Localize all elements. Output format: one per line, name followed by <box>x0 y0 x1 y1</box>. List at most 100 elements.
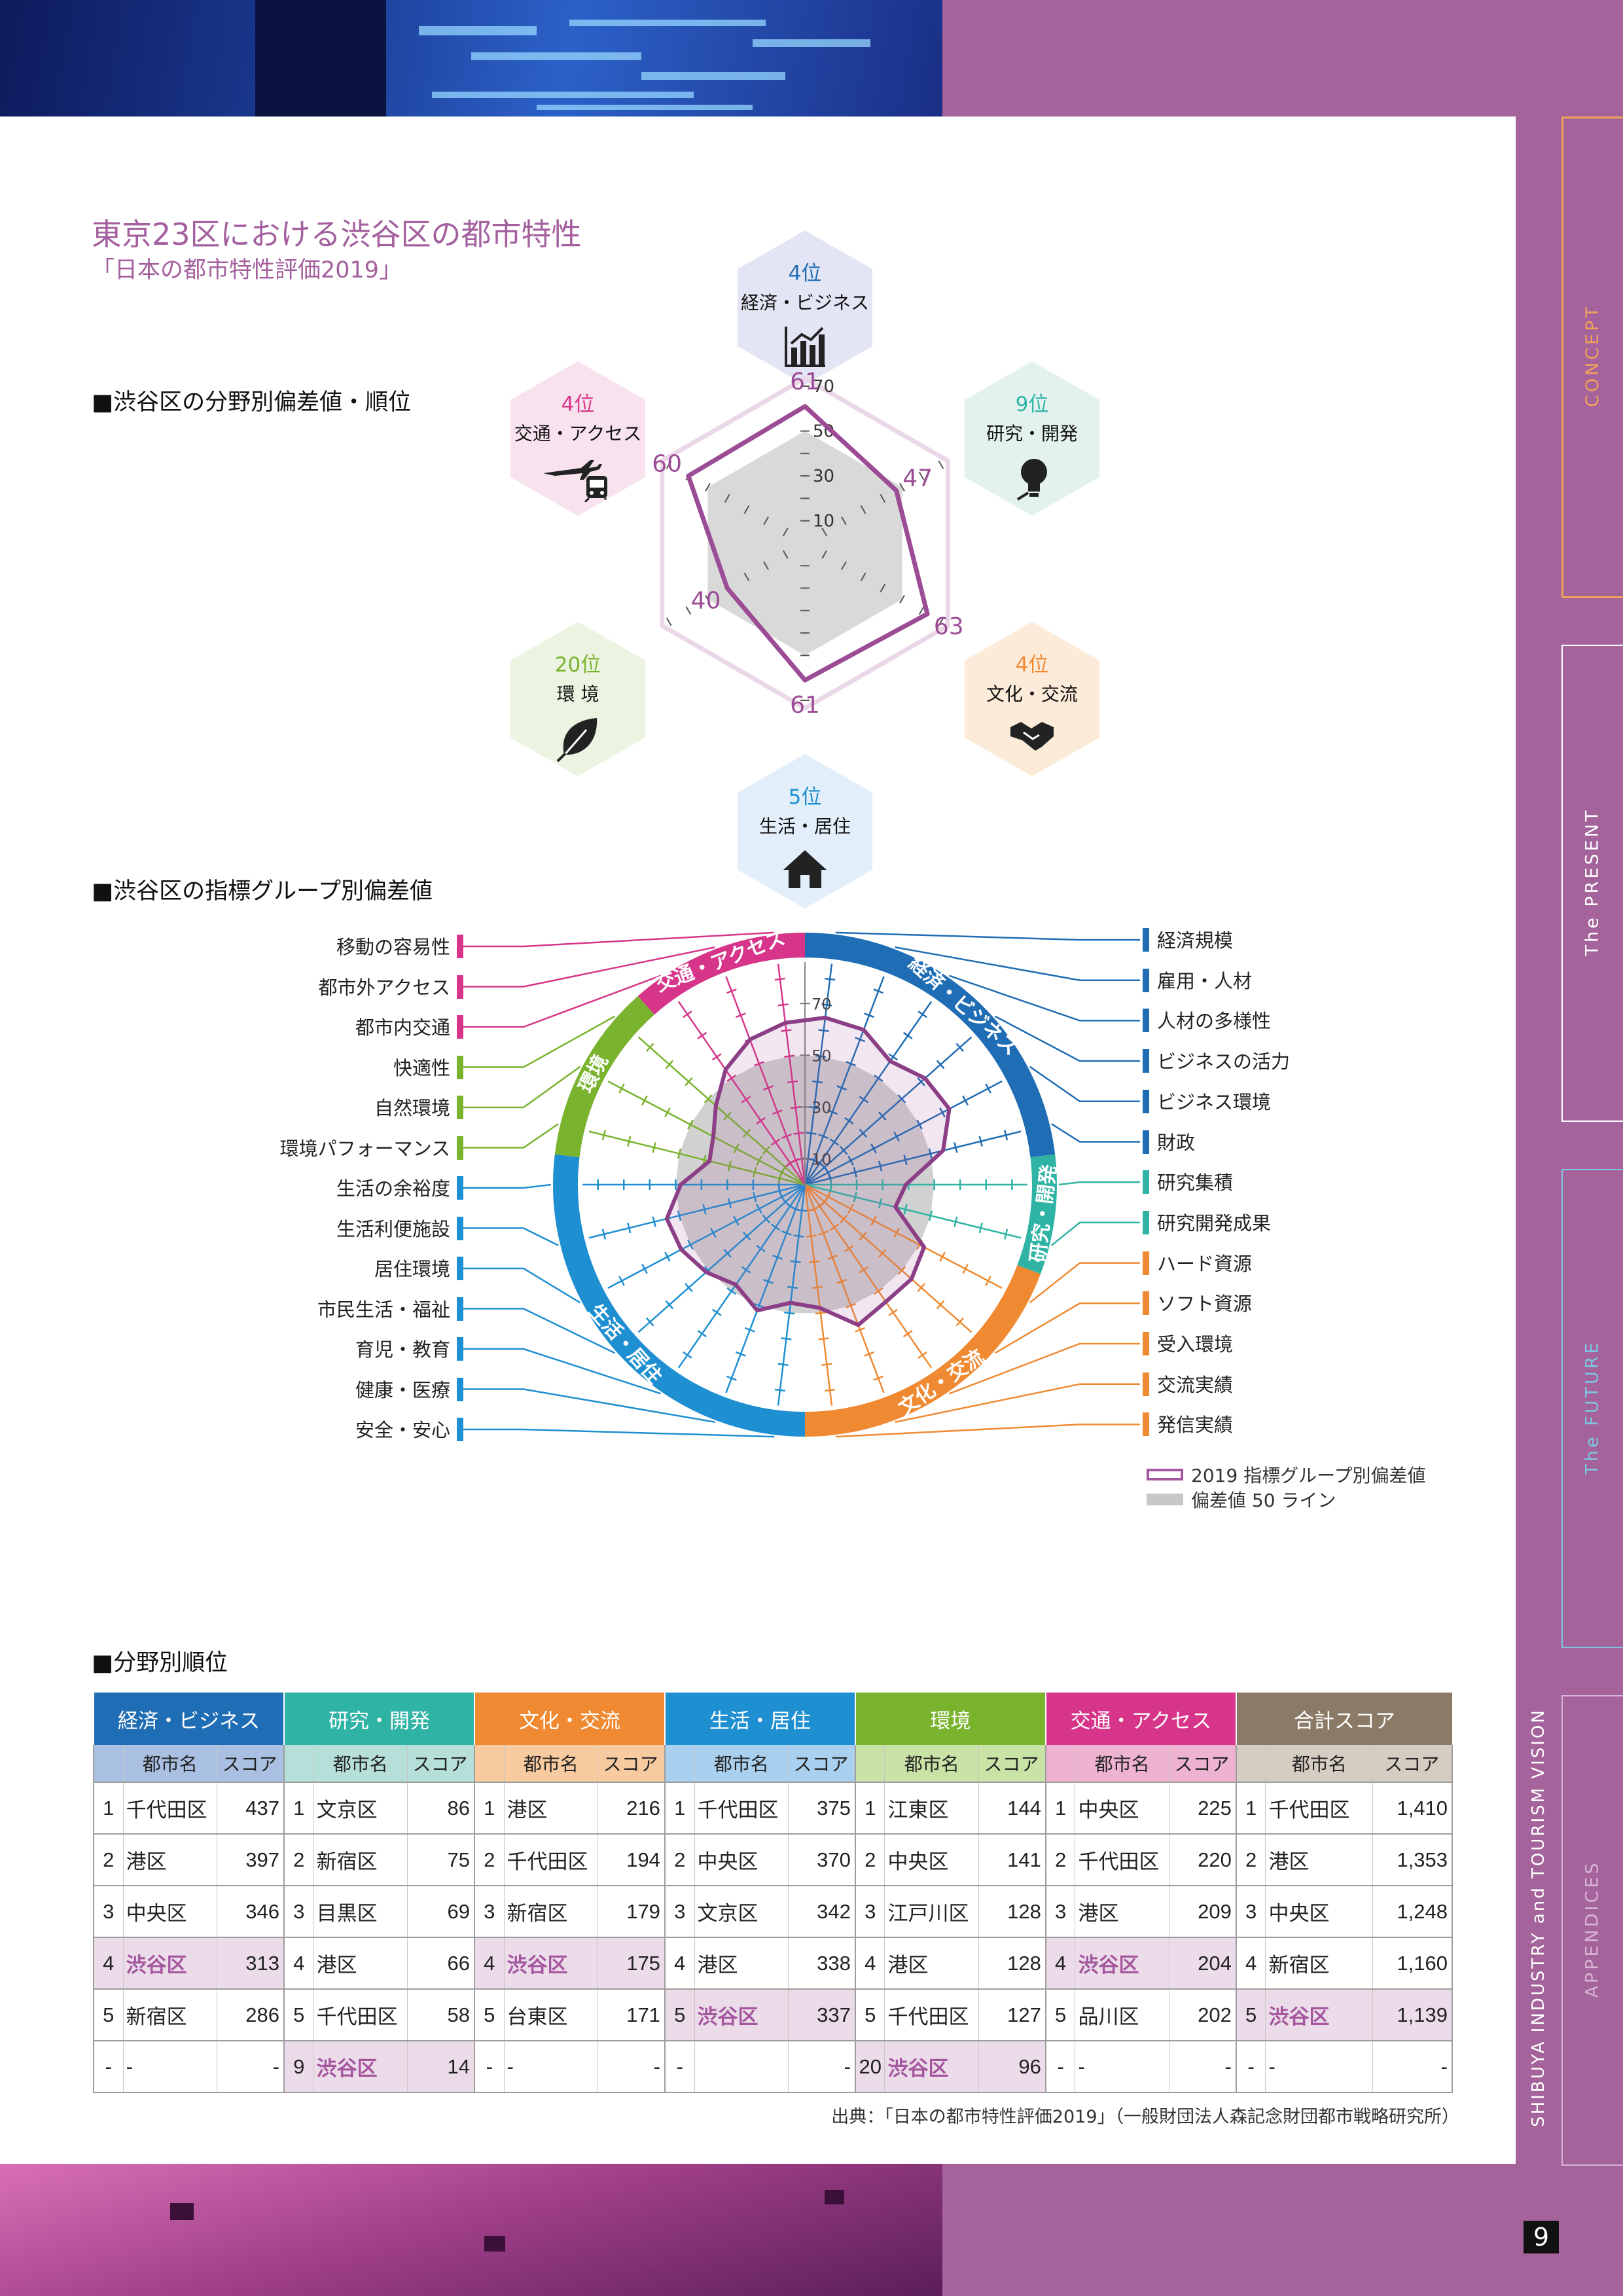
table-city-header: 都市名 <box>1075 1745 1169 1783</box>
table-rank-cell: 1 <box>283 1782 314 1835</box>
table-city-cell: 渋谷区 <box>884 2041 979 2093</box>
radar2-tick <box>774 1388 785 1392</box>
table-city-cell: 千代田区 <box>122 1782 217 1835</box>
house-icon <box>783 850 827 888</box>
table-city-cell: 千代田区 <box>503 1834 598 1886</box>
radar1-value-label: 60 <box>652 450 682 477</box>
table-score-header: スコア <box>407 1745 474 1783</box>
table-city-cell: 中央区 <box>1265 1886 1373 1938</box>
table-score-header: スコア <box>787 1745 855 1783</box>
table-category-header: 環境 <box>854 1693 1046 1745</box>
tab-concept-label: CONCEPT <box>1582 304 1603 407</box>
radar2-tick <box>683 1351 692 1359</box>
tab-concept[interactable]: CONCEPT <box>1561 117 1623 594</box>
table-city-cell: 目黒区 <box>313 1886 408 1938</box>
table-rank-cell: 3 <box>473 1886 505 1938</box>
radar1-tick-label: 10 <box>813 512 834 531</box>
tab-future-label: The FUTURE <box>1582 1339 1603 1475</box>
table-rank-cell: 1 <box>1044 1782 1075 1835</box>
legend-swatch-score <box>1147 1469 1183 1480</box>
table-score-cell: 144 <box>978 1782 1046 1835</box>
table-score-cell: 1,248 <box>1372 1886 1454 1938</box>
vision-vertical-text: SHIBUYA INDUSTRY and TOURISM VISION <box>1529 1708 1549 2127</box>
table-rank-cell: - <box>1235 2041 1266 2093</box>
table-city-cell: 千代田区 <box>884 1989 979 2041</box>
table-score-cell: 337 <box>787 1989 855 2041</box>
table-city-header: 都市名 <box>503 1745 598 1783</box>
table-rank-cell: 5 <box>1235 1989 1266 2041</box>
table-city-cell: 台東区 <box>503 1989 598 2041</box>
radar2-tick <box>711 1053 722 1061</box>
radar1-baseline-area <box>707 431 902 656</box>
table-city-cell: 渋谷区 <box>1265 1989 1373 2041</box>
table-rank-cell: 1 <box>664 1782 695 1835</box>
radar2-leader-line <box>463 1428 775 1438</box>
indicator-radar-chart: 経済・ビジネス研究・開発文化・交流生活・居住環境交通・アクセス10305070 <box>463 927 1140 1438</box>
table-score-cell: 58 <box>407 1989 474 2041</box>
table-city-cell: 港区 <box>503 1782 598 1835</box>
table-score-cell: 202 <box>1168 1989 1236 2041</box>
table-city-cell: 千代田区 <box>694 1782 789 1835</box>
radar1-tick <box>666 617 672 626</box>
table-score-header: スコア <box>1168 1745 1236 1783</box>
table-rank-cell: - <box>1044 2041 1075 2093</box>
tab-future[interactable]: The FUTURE <box>1561 1169 1623 1645</box>
radar2-tick <box>902 1330 913 1338</box>
table-city-cell: - <box>1265 2041 1373 2093</box>
radar2-leader-line <box>463 1267 581 1304</box>
radar2-leader-line <box>1050 1221 1140 1246</box>
table-rank-cell: 2 <box>854 1834 885 1886</box>
table-score-cell: 1,410 <box>1372 1782 1454 1835</box>
legend-swatch-baseline <box>1147 1494 1183 1505</box>
table-score-cell: - <box>217 2041 284 2093</box>
table-rank-cell: 1 <box>854 1782 885 1835</box>
table-score-cell: 225 <box>1168 1782 1236 1835</box>
table-score-cell: - <box>1168 2041 1236 2093</box>
table-rank-cell: 2 <box>664 1834 695 1886</box>
radar2-leader-line <box>463 1123 559 1149</box>
table-city-header: 都市名 <box>694 1745 789 1783</box>
table-city-cell: 渋谷区 <box>503 1937 598 1990</box>
section-heading-indicator-scores: ■渋谷区の指標グループ別偏差値 <box>92 878 433 905</box>
table-score-cell: 66 <box>407 1937 474 1990</box>
table-score-cell: 179 <box>597 1886 665 1938</box>
tab-appendices[interactable]: APPENDICES <box>1561 1695 1623 2163</box>
table-score-cell: 175 <box>597 1937 665 1990</box>
economy-label: 経済・ビジネス <box>740 292 869 314</box>
table-score-header: スコア <box>597 1745 665 1783</box>
table-city-header: 都市名 <box>884 1745 979 1783</box>
radar1-tick <box>918 606 925 615</box>
radar2-leader-line <box>463 1066 581 1109</box>
table-score-cell: 338 <box>787 1937 855 1990</box>
table-score-cell: 204 <box>1168 1937 1236 1990</box>
table-rank-cell: 5 <box>1044 1989 1075 2041</box>
table-city-cell: 品川区 <box>1075 1989 1169 2041</box>
table-row: 4 渋谷区 313 4 港区 66 4 渋谷区 175 4 港区 338 4 港区 128 4 渋谷区 204 4 新… <box>92 1937 1454 1990</box>
table-city-cell: 文京区 <box>313 1782 408 1835</box>
table-score-header: スコア <box>1372 1745 1454 1783</box>
radar2-tick <box>711 1308 722 1316</box>
radar2-tick <box>918 1351 927 1359</box>
table-score-cell: 370 <box>787 1834 855 1886</box>
table-rank-cell: 9 <box>283 2041 314 2093</box>
ranking-table: 経済・ビジネス 研究・開発 文化・交流 生活・居住 環境 交通・アクセス 合計スコア 都市名ス… <box>92 1693 1454 2093</box>
table-score-cell: 96 <box>978 2041 1046 2093</box>
tab-present[interactable]: The PRESENT <box>1561 645 1623 1119</box>
table-rank-header <box>92 1745 124 1783</box>
radar1-tick-label: 30 <box>813 467 834 486</box>
table-rank-cell: 2 <box>473 1834 505 1886</box>
table-rank-cell: - <box>473 2041 505 2093</box>
table-city-cell: 港区 <box>884 1937 979 1990</box>
field-radar-chart: 10305070614763614060 <box>652 368 963 719</box>
table-rank-cell: 2 <box>92 1834 124 1886</box>
radar2-tick <box>774 977 785 981</box>
radar2-tick <box>825 1388 836 1392</box>
radar2-tick <box>683 1011 692 1018</box>
table-rank-header <box>283 1745 314 1783</box>
table-city-cell: 渋谷区 <box>1075 1937 1169 1990</box>
table-city-cell: - <box>122 2041 217 2093</box>
table-score-cell: 14 <box>407 2041 474 2093</box>
table-score-cell: 1,353 <box>1372 1834 1454 1886</box>
table-score-cell: 346 <box>217 1886 284 1938</box>
radar1-tick <box>685 606 692 615</box>
